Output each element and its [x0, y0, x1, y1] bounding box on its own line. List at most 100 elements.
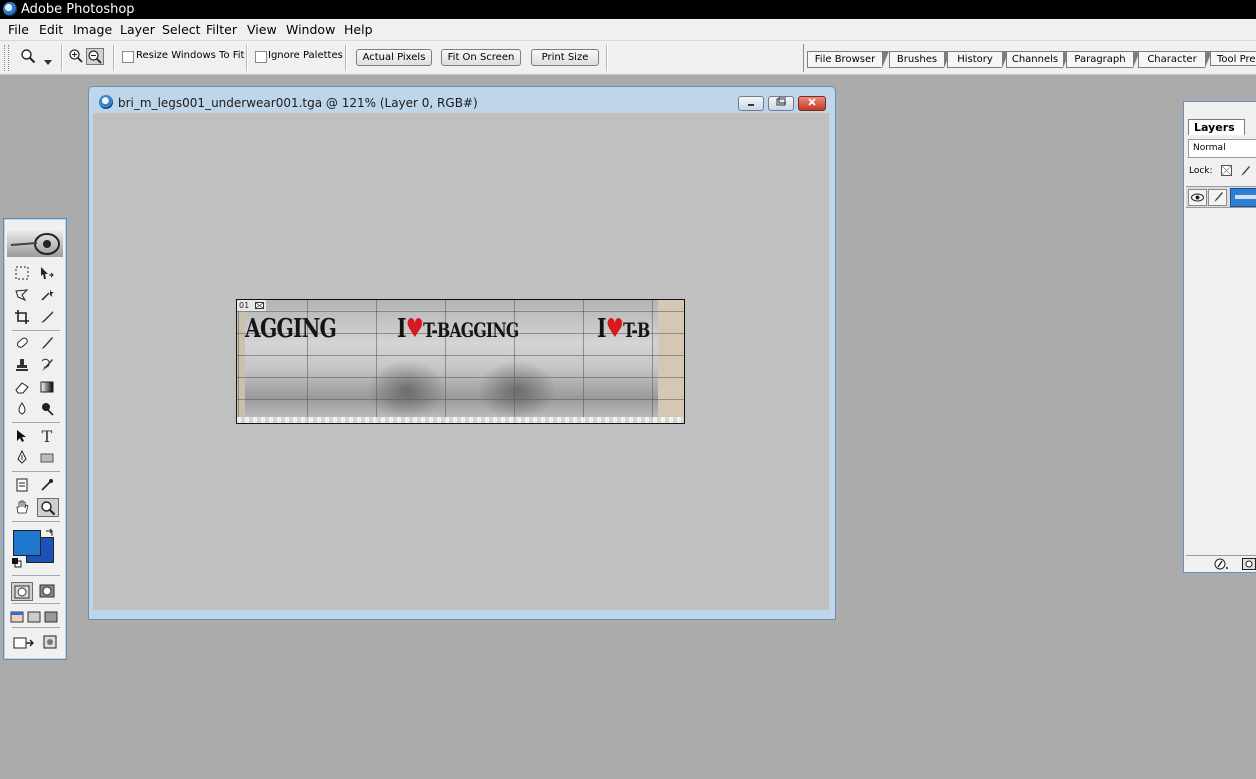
image-text-center: I♥T-BAGGING — [397, 314, 519, 344]
options-bar-grip[interactable] — [4, 45, 9, 71]
actual-pixels-button[interactable]: Actual Pixels — [356, 49, 432, 66]
gradient-tool-icon[interactable] — [37, 378, 57, 396]
image-text-right: I♥T-B — [597, 314, 650, 344]
ignore-palettes-label: Ignore Palettes — [268, 50, 343, 61]
app-title: Adobe Photoshop — [21, 2, 135, 17]
blur-tool-icon[interactable] — [12, 400, 32, 418]
document-image[interactable]: AGGING I♥T-BAGGING I♥T-B 01 — [236, 299, 685, 424]
toolbox-header-logo[interactable] — [7, 231, 63, 257]
pen-tool-icon[interactable] — [12, 449, 32, 467]
layers-tab[interactable]: Layers — [1188, 119, 1245, 135]
well-tab-brushes[interactable]: Brushes — [889, 51, 951, 68]
magic-wand-tool-icon[interactable] — [37, 286, 57, 304]
toolbox-separator — [12, 627, 60, 628]
lock-label: Lock: — [1189, 166, 1213, 176]
full-screen-mode-icon[interactable] — [43, 608, 59, 626]
toolbox-separator — [12, 603, 60, 604]
heart-icon: ♥ — [605, 314, 624, 344]
menu-layer[interactable]: Layer — [120, 19, 155, 40]
brush-tool-icon[interactable] — [37, 334, 57, 352]
maximize-button[interactable] — [768, 96, 794, 111]
layer-thumbnail[interactable] — [1230, 188, 1256, 207]
resize-windows-label: Resize Windows To Fit — [136, 50, 245, 61]
menu-window[interactable]: Window — [286, 19, 335, 40]
tool-preset-dropdown[interactable] — [44, 54, 52, 68]
menu-file[interactable]: File — [8, 19, 29, 40]
fit-on-screen-button[interactable]: Fit On Screen — [441, 49, 521, 66]
rectangle-shape-tool-icon[interactable] — [37, 449, 57, 467]
minimize-button[interactable] — [738, 96, 764, 111]
lock-transparency-icon[interactable] — [1221, 165, 1233, 180]
slice-tool-icon[interactable] — [37, 308, 57, 326]
quick-mask-mode-icon[interactable] — [37, 582, 57, 600]
toolbox-separator — [12, 575, 60, 576]
photoshop-logo-icon — [3, 2, 17, 16]
well-tab-tool-presets[interactable]: Tool Pre — [1210, 51, 1256, 66]
marquee-tool-icon[interactable] — [12, 264, 32, 282]
type-tool-icon[interactable]: T — [37, 427, 57, 446]
menu-edit[interactable]: Edit — [39, 19, 63, 40]
eyedropper-tool-icon[interactable] — [37, 476, 57, 494]
zoom-tool-icon[interactable] — [37, 498, 59, 517]
resize-windows-checkbox[interactable] — [122, 51, 134, 63]
well-tab-paragraph[interactable]: Paragraph — [1066, 51, 1140, 68]
notes-tool-icon[interactable] — [12, 476, 32, 494]
layer-badge: 01 — [237, 300, 266, 311]
lock-image-brush-icon[interactable] — [1239, 165, 1251, 180]
menu-filter[interactable]: Filter — [206, 19, 237, 40]
image-text-center-prefix: I — [397, 314, 407, 344]
document-title: bri_m_legs001_underwear001.tga @ 121% (L… — [118, 96, 478, 110]
menu-bar: File Edit Image Layer Select Filter View… — [0, 19, 1256, 41]
path-selection-tool-icon[interactable] — [12, 427, 32, 445]
well-tab-channels[interactable]: Channels — [1006, 51, 1070, 68]
image-transparency-edge — [237, 417, 684, 423]
full-screen-menu-mode-icon[interactable] — [26, 608, 42, 626]
toolbox-separator — [12, 471, 60, 472]
menu-image[interactable]: Image — [73, 19, 112, 40]
swap-colors-icon[interactable] — [45, 527, 55, 541]
toolbox: T — [3, 218, 67, 660]
ignore-palettes-checkbox[interactable] — [255, 51, 267, 63]
menu-view[interactable]: View — [247, 19, 277, 40]
zoom-out-icon[interactable] — [86, 48, 104, 65]
well-tab-history[interactable]: History — [947, 51, 1009, 68]
clone-stamp-tool-icon[interactable] — [12, 356, 32, 374]
app-title-bar: Adobe Photoshop — [0, 0, 1256, 19]
image-text-right-prefix: I — [597, 314, 607, 344]
toolbox-separator — [12, 422, 60, 423]
well-tab-file-browser[interactable]: File Browser — [807, 51, 889, 68]
well-tab-character[interactable]: Character — [1138, 51, 1212, 68]
jump-to-imageready-icon[interactable] — [12, 633, 40, 651]
imageready-icon[interactable] — [40, 633, 60, 651]
toolbox-separator — [12, 521, 60, 522]
zoom-in-icon[interactable] — [68, 48, 84, 64]
layer-effects-icon[interactable] — [1214, 557, 1230, 574]
standard-mode-icon[interactable] — [11, 582, 33, 601]
print-size-button[interactable]: Print Size — [531, 49, 599, 66]
default-colors-icon[interactable] — [12, 557, 22, 571]
image-text-right-suffix: T-B — [623, 318, 650, 342]
crop-tool-icon[interactable] — [12, 308, 32, 326]
lasso-tool-icon[interactable] — [12, 286, 32, 304]
close-button[interactable] — [798, 96, 826, 111]
options-separator — [345, 45, 347, 71]
options-separator — [61, 45, 63, 71]
menu-help[interactable]: Help — [344, 19, 373, 40]
layer-brush-icon[interactable] — [1208, 189, 1227, 206]
document-icon[interactable] — [99, 95, 113, 109]
move-tool-icon[interactable] — [37, 264, 57, 282]
magnifier-icon[interactable] — [20, 48, 36, 64]
blend-mode-select[interactable]: Normal — [1188, 139, 1256, 158]
hand-tool-icon[interactable] — [12, 498, 32, 516]
menu-select[interactable]: Select — [162, 19, 201, 40]
foreground-color-swatch[interactable] — [13, 530, 41, 556]
palette-well: File Browser Brushes History Channels Pa… — [803, 44, 1256, 72]
dodge-tool-icon[interactable] — [37, 400, 57, 418]
layer-mask-icon[interactable] — [1242, 558, 1256, 573]
eye-visibility-icon[interactable] — [1188, 189, 1207, 206]
history-brush-tool-icon[interactable] — [37, 356, 57, 374]
healing-brush-tool-icon[interactable] — [12, 334, 32, 352]
eraser-tool-icon[interactable] — [12, 378, 32, 396]
standard-screen-mode-icon[interactable] — [9, 608, 25, 626]
layer-row[interactable] — [1186, 186, 1256, 208]
